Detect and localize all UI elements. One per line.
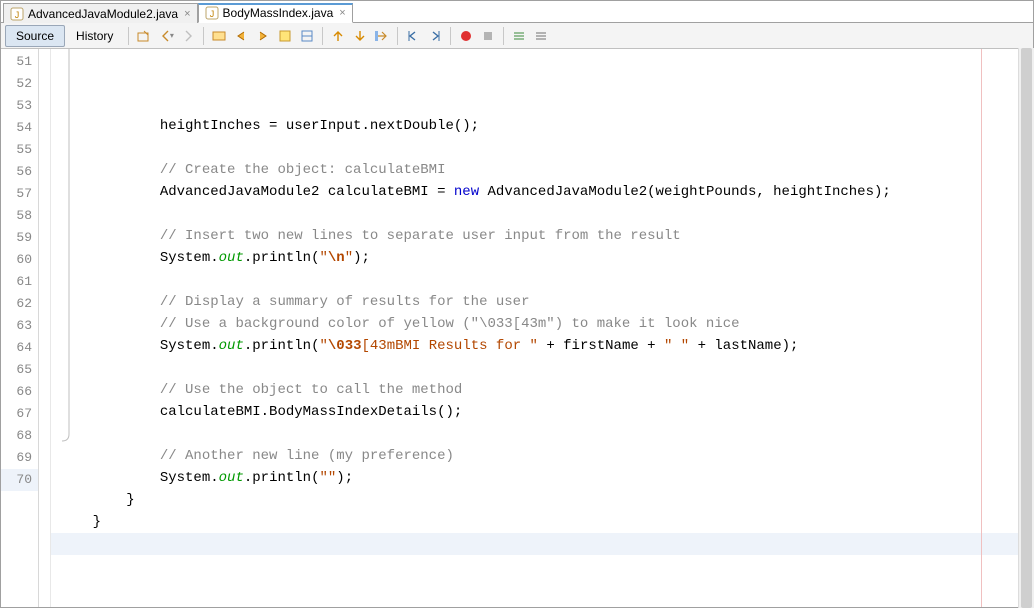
shift-left-icon[interactable] bbox=[402, 25, 424, 47]
line-number: 54 bbox=[1, 117, 38, 139]
tab-advancedjavamodule2[interactable]: J AdvancedJavaModule2.java × bbox=[3, 3, 198, 23]
line-number: 68 bbox=[1, 425, 38, 447]
separator bbox=[450, 27, 451, 45]
scrollbar-thumb[interactable] bbox=[1021, 48, 1032, 608]
tab-bodymassindex[interactable]: J BodyMassIndex.java × bbox=[198, 3, 353, 23]
tab-label: AdvancedJavaModule2.java bbox=[28, 7, 178, 21]
code-line[interactable]: heightInches = userInput.nextDouble(); bbox=[51, 115, 1033, 137]
line-number: 61 bbox=[1, 271, 38, 293]
code-line[interactable]: calculateBMI.BodyMassIndexDetails(); bbox=[51, 401, 1033, 423]
line-number: 65 bbox=[1, 359, 38, 381]
file-tabs: J AdvancedJavaModule2.java × J BodyMassI… bbox=[1, 1, 1033, 23]
line-number: 67 bbox=[1, 403, 38, 425]
margin-guide bbox=[981, 49, 982, 607]
code-line[interactable] bbox=[51, 203, 1033, 225]
code-line[interactable] bbox=[51, 423, 1033, 445]
forward-icon[interactable] bbox=[177, 25, 199, 47]
code-line[interactable]: // Insert two new lines to separate user… bbox=[51, 225, 1033, 247]
code-line[interactable]: // Use the object to call the method bbox=[51, 379, 1033, 401]
bkpl-icon[interactable] bbox=[371, 25, 393, 47]
code-line[interactable]: // Another new line (my preference) bbox=[51, 445, 1033, 467]
separator bbox=[203, 27, 204, 45]
vertical-scrollbar[interactable] bbox=[1018, 48, 1034, 608]
line-number: 53 bbox=[1, 95, 38, 117]
code-line[interactable]: System.out.println(""); bbox=[51, 467, 1033, 489]
find-next-icon[interactable] bbox=[252, 25, 274, 47]
separator bbox=[322, 27, 323, 45]
macro-record-icon[interactable] bbox=[455, 25, 477, 47]
next-bookmark-icon[interactable] bbox=[349, 25, 371, 47]
code-line[interactable]: // Display a summary of results for the … bbox=[51, 291, 1033, 313]
back-icon[interactable]: ▾ bbox=[155, 25, 177, 47]
fold-gutter bbox=[39, 49, 51, 607]
code-line[interactable]: // Use a background color of yellow ("\0… bbox=[51, 313, 1033, 335]
code-line[interactable]: System.out.println("\033[43mBMI Results … bbox=[51, 335, 1033, 357]
line-number: 57 bbox=[1, 183, 38, 205]
tab-label: BodyMassIndex.java bbox=[223, 6, 334, 20]
svg-text:J: J bbox=[209, 9, 214, 19]
close-icon[interactable]: × bbox=[184, 8, 190, 20]
line-number: 58 bbox=[1, 205, 38, 227]
code-editor[interactable]: 5152535455565758596061626364656667686970… bbox=[1, 49, 1033, 607]
editor-toolbar: Source History ▾ bbox=[1, 23, 1033, 49]
line-number: 56 bbox=[1, 161, 38, 183]
code-line[interactable] bbox=[51, 269, 1033, 291]
toggle-bookmark-icon[interactable] bbox=[296, 25, 318, 47]
code-line[interactable]: AdvancedJavaModule2 calculateBMI = new A… bbox=[51, 181, 1033, 203]
close-icon[interactable]: × bbox=[339, 7, 345, 19]
comment-icon[interactable] bbox=[508, 25, 530, 47]
line-number: 69 bbox=[1, 447, 38, 469]
code-line[interactable] bbox=[51, 533, 1033, 555]
code-line[interactable] bbox=[51, 137, 1033, 159]
macro-stop-icon[interactable] bbox=[477, 25, 499, 47]
last-edit-icon[interactable] bbox=[133, 25, 155, 47]
shift-right-icon[interactable] bbox=[424, 25, 446, 47]
line-number: 64 bbox=[1, 337, 38, 359]
code-line[interactable]: } bbox=[51, 511, 1033, 533]
source-view-button[interactable]: Source bbox=[5, 25, 65, 47]
toggle-highlight-icon[interactable] bbox=[274, 25, 296, 47]
prev-bookmark-icon[interactable] bbox=[327, 25, 349, 47]
code-line[interactable] bbox=[51, 357, 1033, 379]
java-file-icon: J bbox=[10, 7, 24, 21]
line-number: 59 bbox=[1, 227, 38, 249]
line-number: 55 bbox=[1, 139, 38, 161]
java-file-icon: J bbox=[205, 6, 219, 20]
separator bbox=[397, 27, 398, 45]
line-number: 51 bbox=[1, 51, 38, 73]
line-number: 63 bbox=[1, 315, 38, 337]
code-line[interactable]: System.out.println("\n"); bbox=[51, 247, 1033, 269]
line-number: 52 bbox=[1, 73, 38, 95]
line-number: 70 bbox=[1, 469, 38, 491]
line-number-gutter: 5152535455565758596061626364656667686970 bbox=[1, 49, 39, 607]
code-line[interactable]: } bbox=[51, 489, 1033, 511]
code-area[interactable]: heightInches = userInput.nextDouble(); /… bbox=[51, 49, 1033, 607]
uncomment-icon[interactable] bbox=[530, 25, 552, 47]
line-number: 62 bbox=[1, 293, 38, 315]
code-line[interactable]: // Create the object: calculateBMI bbox=[51, 159, 1033, 181]
svg-text:J: J bbox=[15, 10, 20, 20]
find-selection-icon[interactable] bbox=[208, 25, 230, 47]
line-number: 60 bbox=[1, 249, 38, 271]
separator bbox=[128, 27, 129, 45]
find-prev-icon[interactable] bbox=[230, 25, 252, 47]
separator bbox=[503, 27, 504, 45]
history-view-button[interactable]: History bbox=[65, 25, 124, 47]
line-number: 66 bbox=[1, 381, 38, 403]
